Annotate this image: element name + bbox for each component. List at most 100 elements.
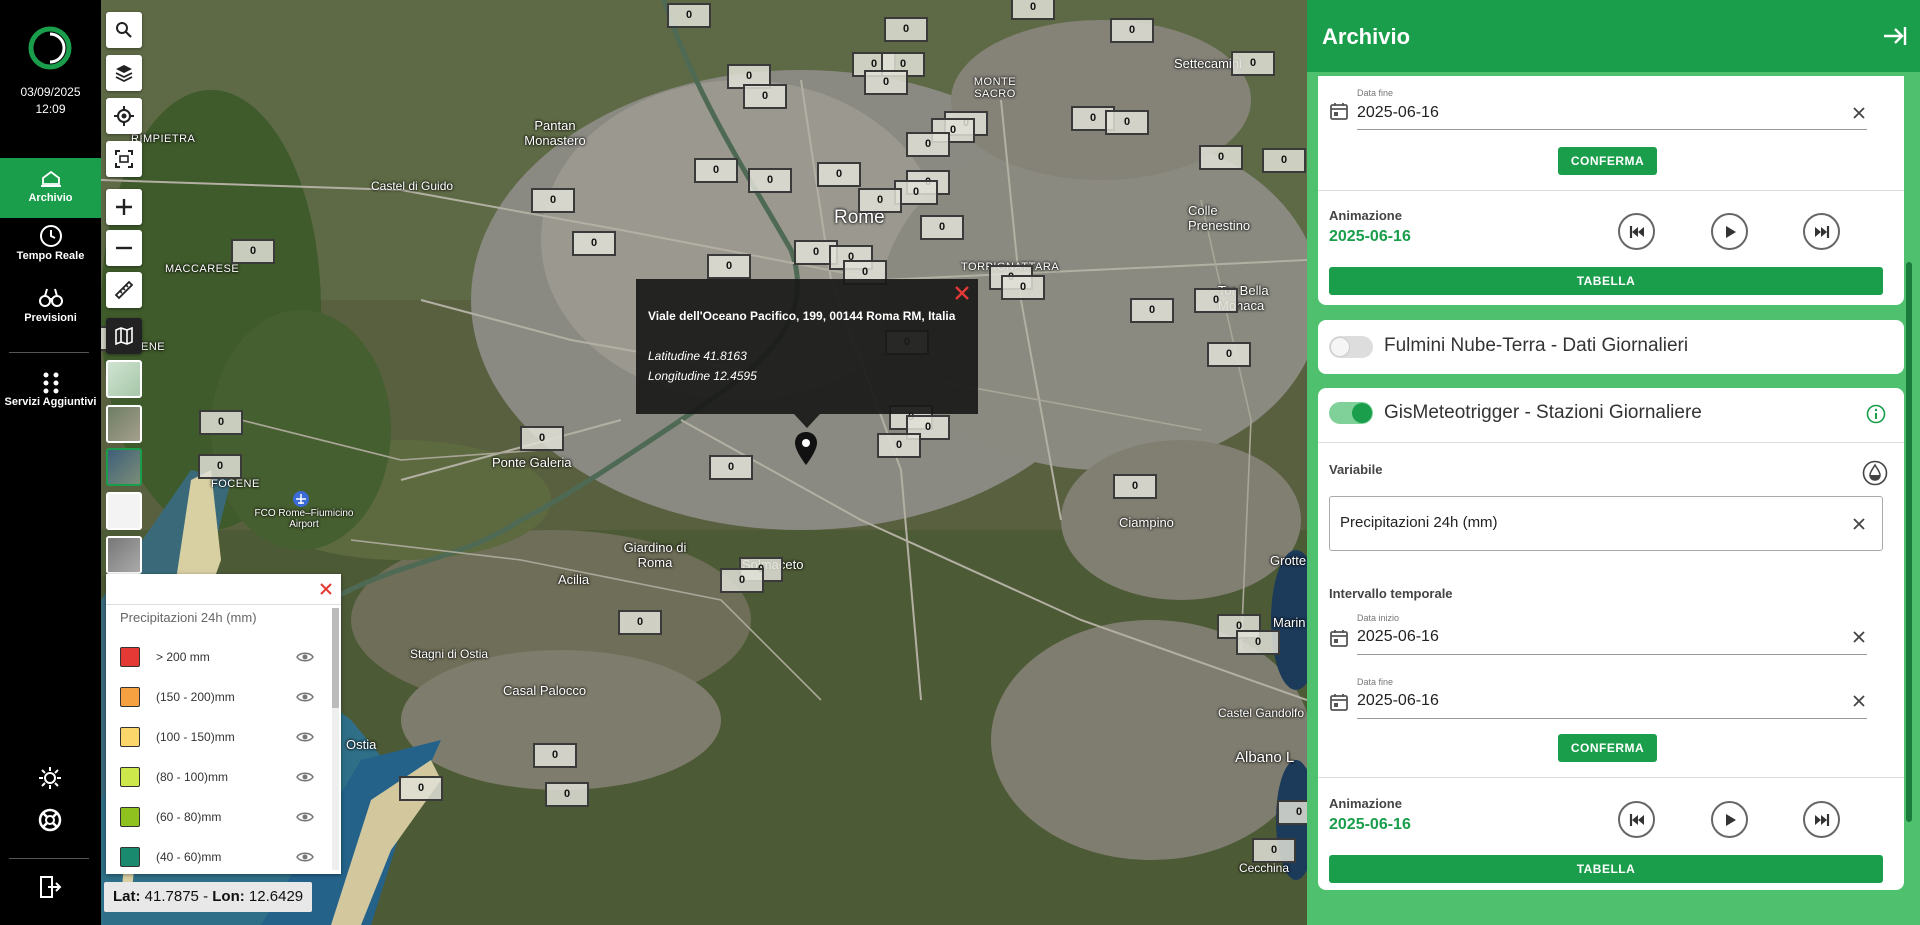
clear-icon[interactable] xyxy=(1850,104,1868,122)
clear-icon[interactable] xyxy=(1850,692,1868,710)
fit-extent-button[interactable] xyxy=(106,141,142,177)
location-pin-icon[interactable] xyxy=(794,431,818,467)
app-root: 03/09/2025 12:09 Archivio Tempo Reale Pr… xyxy=(0,0,1920,925)
station-marker[interactable]: 0 xyxy=(531,188,575,213)
station-marker[interactable]: 0 xyxy=(906,132,950,157)
basemap-thumb-street[interactable] xyxy=(106,360,142,398)
station-marker[interactable]: 0 xyxy=(858,188,902,213)
skip-forward-button[interactable] xyxy=(1803,213,1840,250)
end-date-input[interactable]: 2025-06-16 xyxy=(1357,692,1439,710)
confirm-button[interactable]: CONFERMA xyxy=(1558,147,1657,175)
station-marker[interactable]: 0 xyxy=(199,410,243,435)
station-marker[interactable]: 0 xyxy=(198,454,242,479)
station-marker[interactable]: 0 xyxy=(1113,474,1157,499)
end-date-input[interactable]: 2025-06-16 xyxy=(1357,104,1439,122)
basemap-thumb-satellite[interactable] xyxy=(106,448,142,486)
station-marker[interactable]: 0 xyxy=(1207,342,1251,367)
nav-item-servizi-aggiuntivi[interactable]: Servizi Aggiuntivi xyxy=(0,368,101,424)
station-marker[interactable]: 0 xyxy=(1194,288,1238,313)
clear-icon[interactable] xyxy=(1850,515,1868,533)
skip-back-button[interactable] xyxy=(1618,213,1655,250)
skip-forward-button[interactable] xyxy=(1803,801,1840,838)
start-date-input[interactable]: 2025-06-16 xyxy=(1357,628,1439,646)
eye-icon[interactable] xyxy=(296,809,314,825)
eye-icon[interactable] xyxy=(296,689,314,705)
station-marker[interactable]: 0 xyxy=(720,568,764,593)
zoom-in-button[interactable] xyxy=(106,189,142,225)
measure-button[interactable] xyxy=(106,272,142,308)
nav-item-tempo-reale[interactable]: Tempo Reale xyxy=(0,222,101,278)
station-marker[interactable]: 0 xyxy=(1105,110,1149,135)
table-button[interactable]: TABELLA xyxy=(1329,267,1883,295)
basemap-thumb-light[interactable] xyxy=(106,492,142,530)
station-marker[interactable]: 0 xyxy=(1110,18,1154,43)
color-opacity-icon[interactable] xyxy=(1862,460,1888,486)
station-marker[interactable]: 0 xyxy=(864,70,908,95)
skip-back-button[interactable] xyxy=(1618,801,1655,838)
station-marker[interactable]: 0 xyxy=(1001,275,1045,300)
eye-icon[interactable] xyxy=(296,649,314,665)
station-marker[interactable]: 0 xyxy=(399,776,443,801)
eye-icon[interactable] xyxy=(296,769,314,785)
layer-toggle-on[interactable] xyxy=(1329,402,1373,424)
nav-item-previsioni[interactable]: Previsioni xyxy=(0,284,101,340)
logout-icon[interactable] xyxy=(38,874,62,900)
station-marker[interactable]: 0 xyxy=(1252,838,1296,863)
app-logo-icon[interactable] xyxy=(28,26,72,70)
station-marker[interactable]: 0 xyxy=(707,254,751,279)
station-marker[interactable]: 0 xyxy=(533,743,577,768)
layer-title: GisMeteotrigger - Stazioni Giornaliere xyxy=(1384,402,1702,423)
eye-icon[interactable] xyxy=(296,849,314,865)
basemap-toggle-button[interactable] xyxy=(106,318,142,354)
info-icon[interactable] xyxy=(1866,404,1886,424)
station-marker[interactable]: 0 xyxy=(667,3,711,28)
station-marker[interactable]: 0 xyxy=(1130,298,1174,323)
scrollbar-thumb[interactable] xyxy=(1906,262,1912,822)
clear-icon[interactable] xyxy=(1850,628,1868,646)
variable-select[interactable]: Precipitazioni 24h (mm) xyxy=(1329,496,1883,551)
scrollbar-thumb[interactable] xyxy=(332,608,339,708)
close-icon[interactable] xyxy=(317,580,335,598)
station-marker[interactable]: 0 xyxy=(817,162,861,187)
help-lifebuoy-icon[interactable] xyxy=(37,807,63,833)
station-marker[interactable]: 0 xyxy=(709,455,753,480)
basemap-thumb-terrain[interactable] xyxy=(106,405,142,443)
station-marker[interactable]: 0 xyxy=(231,239,275,264)
table-button[interactable]: TABELLA xyxy=(1329,855,1883,883)
eye-icon[interactable] xyxy=(296,729,314,745)
station-marker[interactable]: 0 xyxy=(877,433,921,458)
locate-me-button[interactable] xyxy=(106,98,142,134)
station-marker[interactable]: 0 xyxy=(1262,148,1306,173)
collapse-panel-icon[interactable] xyxy=(1882,24,1908,48)
station-marker[interactable]: 0 xyxy=(520,426,564,451)
station-marker[interactable]: 0 xyxy=(1199,145,1243,170)
basemap-thumb-gray[interactable] xyxy=(106,536,142,574)
station-marker[interactable]: 0 xyxy=(748,168,792,193)
panel-scrollbar[interactable] xyxy=(1904,72,1914,925)
calendar-icon[interactable] xyxy=(1329,692,1349,712)
station-marker[interactable]: 0 xyxy=(1231,51,1275,76)
close-icon[interactable] xyxy=(952,283,972,303)
calendar-icon[interactable] xyxy=(1329,101,1349,121)
confirm-button[interactable]: CONFERMA xyxy=(1558,734,1657,762)
layers-button[interactable] xyxy=(106,55,142,91)
station-marker[interactable]: 0 xyxy=(545,782,589,807)
station-marker[interactable]: 0 xyxy=(694,158,738,183)
zoom-out-button[interactable] xyxy=(106,230,142,266)
layer-toggle-off[interactable] xyxy=(1329,336,1373,358)
legend-scrollbar[interactable] xyxy=(332,608,339,870)
station-marker[interactable]: 0 xyxy=(1277,800,1307,825)
station-marker[interactable]: 0 xyxy=(1236,630,1280,655)
search-button[interactable] xyxy=(106,12,142,48)
settings-icon[interactable] xyxy=(37,765,63,791)
station-marker[interactable]: 0 xyxy=(920,215,964,240)
play-button[interactable] xyxy=(1711,801,1748,838)
play-button[interactable] xyxy=(1711,213,1748,250)
nav-item-archivio[interactable]: Archivio xyxy=(0,158,101,218)
station-marker[interactable]: 0 xyxy=(1011,0,1055,20)
station-marker[interactable]: 0 xyxy=(572,231,616,256)
station-marker[interactable]: 0 xyxy=(618,610,662,635)
calendar-icon[interactable] xyxy=(1329,628,1349,648)
station-marker[interactable]: 0 xyxy=(884,17,928,42)
station-marker[interactable]: 0 xyxy=(743,84,787,109)
